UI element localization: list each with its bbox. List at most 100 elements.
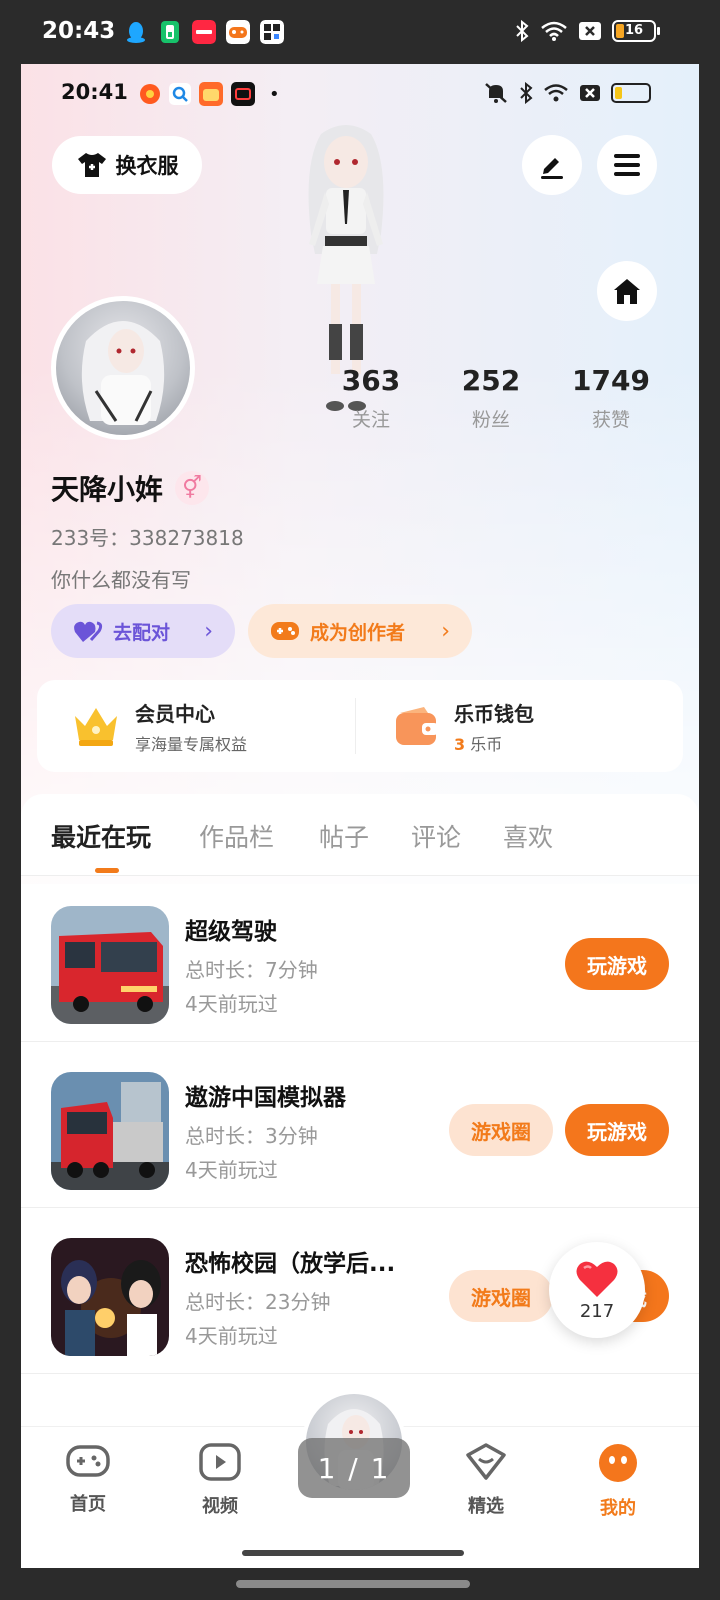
- username: 天降小姩: [51, 473, 164, 506]
- nav-featured-label: 精选: [468, 1496, 504, 1517]
- wallet-title: 乐币钱包: [454, 701, 534, 726]
- battery-app-icon: [161, 21, 179, 43]
- chevron-right-icon: ›: [441, 618, 450, 644]
- heart-icon: [576, 1261, 618, 1297]
- game-icon-china-travel-sim[interactable]: [51, 1072, 169, 1190]
- wallet-icon: [396, 707, 438, 745]
- gender-icon: ⚥: [175, 471, 210, 505]
- wallet-unit: 乐币: [470, 734, 503, 754]
- stat-following-value: 363: [341, 364, 401, 397]
- list-item[interactable]: 遨游中国模拟器 总时长：3分钟 4天前玩过 游戏圈 玩游戏: [21, 1042, 699, 1208]
- profile-stats: 363 关注 252 粉丝 1749 获赞: [311, 364, 671, 432]
- play-game-button[interactable]: 玩游戏: [565, 938, 669, 990]
- match-button[interactable]: 去配对 ›: [51, 604, 235, 658]
- notification-dot: •: [269, 83, 280, 105]
- nav-mine[interactable]: 我的: [573, 1443, 663, 1520]
- wifi-icon: [541, 21, 567, 41]
- stat-fans-value: 252: [461, 364, 521, 397]
- bluetooth-icon: [516, 19, 529, 43]
- home-room-button[interactable]: [597, 261, 657, 321]
- camera-app-icon: [231, 82, 255, 106]
- stat-following[interactable]: 363 关注: [311, 364, 431, 432]
- user-bio[interactable]: 你什么都没有写: [51, 564, 191, 593]
- battery-percent: 16: [624, 23, 644, 38]
- home-indicator[interactable]: [242, 1550, 464, 1556]
- stat-fans[interactable]: 252 粉丝: [431, 364, 551, 432]
- floating-like-button[interactable]: 217: [549, 1242, 645, 1338]
- vip-subtitle: 享海量专属权益: [135, 734, 248, 754]
- tab-likes[interactable]: 喜欢: [503, 818, 553, 854]
- tab-recently-played[interactable]: 最近在玩: [51, 818, 151, 854]
- game-icon-super-driving[interactable]: [51, 906, 169, 1024]
- stat-likes-label: 获赞: [591, 409, 630, 431]
- inner-status-bar: 20:41 •: [21, 64, 699, 124]
- avatar-image: [81, 321, 165, 425]
- stat-following-label: 关注: [351, 409, 390, 431]
- play-game-button[interactable]: 玩游戏: [565, 1104, 669, 1156]
- double-heart-icon: [74, 621, 103, 642]
- edit-profile-button[interactable]: [522, 135, 582, 195]
- pencil-icon: [541, 158, 563, 179]
- username-row: 天降小姩 ⚥: [51, 468, 210, 508]
- orange-app-icon: [140, 84, 160, 104]
- stat-likes[interactable]: 1749 获赞: [551, 364, 671, 432]
- game-duration: 总时长：3分钟: [185, 1124, 318, 1148]
- match-label: 去配对: [113, 621, 171, 644]
- house-icon: [614, 279, 640, 304]
- shirt-icon: [77, 153, 106, 177]
- vip-center-entry[interactable]: 会员中心 享海量专属权益: [37, 698, 360, 755]
- become-creator-label: 成为创作者: [310, 621, 406, 644]
- user-id[interactable]: 233号：338273818: [51, 522, 244, 551]
- game-circle-button[interactable]: 游戏圈: [449, 1270, 553, 1322]
- inner-status-right: [483, 82, 651, 104]
- stat-fans-label: 粉丝: [471, 409, 510, 431]
- inner-battery-indicator: [611, 83, 651, 103]
- inner-wifi-icon: [544, 84, 568, 102]
- nav-mine-label: 我的: [600, 1498, 636, 1519]
- gamepad-icon: [271, 622, 299, 640]
- tab-works[interactable]: 作品栏: [199, 818, 274, 854]
- video-play-icon: [199, 1443, 241, 1481]
- gamepad-icon: [66, 1445, 110, 1477]
- game-circle-button[interactable]: 游戏圈: [449, 1104, 553, 1156]
- 233-app-icon: [199, 82, 223, 106]
- like-count: 217: [579, 1300, 615, 1322]
- active-tab-indicator: [95, 868, 119, 873]
- become-creator-button[interactable]: 成为创作者 ›: [248, 604, 472, 658]
- nav-video[interactable]: 视频: [175, 1443, 265, 1518]
- avatar[interactable]: [51, 296, 195, 440]
- inner-notification-icons: •: [139, 82, 280, 106]
- app-screen: 20:41 • 换衣服 363 关注 252 粉丝 1749 获赞 天降小姩 ⚥…: [21, 64, 699, 1568]
- game-icon-horror-school[interactable]: [51, 1238, 169, 1356]
- outer-status-right: 16: [514, 19, 660, 43]
- mine-face-icon: [599, 1444, 637, 1482]
- nav-home-label: 首页: [70, 1494, 106, 1515]
- profile-tabs: 最近在玩 作品栏 帖子 评论 喜欢: [21, 794, 699, 876]
- outer-status-bar: 20:43 16: [0, 0, 720, 64]
- menu-button[interactable]: [597, 135, 657, 195]
- wallet-entry[interactable]: 乐币钱包 3 乐币: [360, 698, 683, 755]
- qr-app-icon: [260, 20, 284, 44]
- tab-comments[interactable]: 评论: [411, 818, 461, 854]
- vip-title: 会员中心: [135, 701, 215, 726]
- game-duration: 总时长：7分钟: [185, 958, 318, 982]
- nav-home[interactable]: 首页: [43, 1443, 133, 1516]
- change-clothes-label: 换衣服: [115, 154, 179, 178]
- outer-clock: 20:43: [42, 18, 116, 44]
- menu-icon: [614, 154, 640, 176]
- list-item[interactable]: 超级驾驶 总时长：7分钟 4天前玩过 玩游戏: [21, 876, 699, 1042]
- outer-home-indicator[interactable]: [236, 1580, 470, 1588]
- stat-likes-value: 1749: [572, 364, 650, 397]
- tab-posts[interactable]: 帖子: [319, 818, 369, 854]
- inner-clock: 20:41: [61, 80, 128, 104]
- game-duration: 总时长：23分钟: [185, 1290, 331, 1314]
- xiaohongshu-icon: [192, 20, 216, 44]
- feature-divider: [355, 698, 356, 754]
- page-indicator: 1 / 1: [298, 1438, 410, 1498]
- sim-off-icon: [579, 22, 601, 40]
- game-title: 恐怖校园（放学后...: [185, 1251, 396, 1277]
- nav-featured[interactable]: 精选: [441, 1443, 531, 1518]
- game-last-played: 4天前玩过: [185, 992, 278, 1016]
- crown-icon: [75, 708, 117, 746]
- change-clothes-button[interactable]: 换衣服: [52, 136, 202, 194]
